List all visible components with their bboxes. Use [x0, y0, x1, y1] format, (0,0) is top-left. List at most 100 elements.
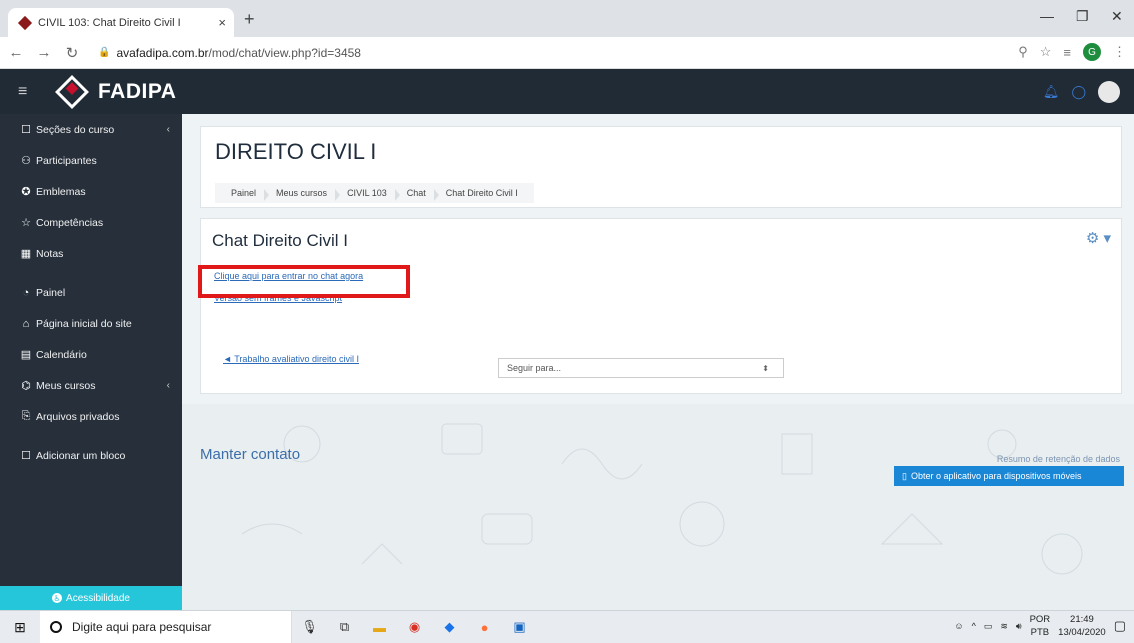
users-app-icon[interactable]: ◆ — [432, 611, 467, 643]
breadcrumb-item-chat-section[interactable]: Chat — [397, 188, 439, 201]
back-icon[interactable]: ← — [4, 44, 28, 61]
menu-toggle-icon[interactable]: ≡ — [18, 83, 48, 101]
chrome-icon[interactable]: ◉ — [397, 611, 432, 643]
breadcrumb-item-my-courses[interactable]: Meus cursos — [266, 188, 341, 201]
taskbar-search-placeholder: Digite aqui para pesquisar — [72, 620, 212, 634]
taskbar-search-input[interactable]: Digite aqui para pesquisar — [40, 610, 292, 643]
sidebar-item-site-home[interactable]: ⌂ Página inicial do site — [0, 308, 182, 339]
select-arrow-icon: ⬍ — [762, 363, 769, 373]
taskbar-clock[interactable]: 21:49 13/04/2020 — [1058, 613, 1106, 639]
file-explorer-icon[interactable]: ▬ — [362, 611, 397, 643]
logo-diamond-icon — [55, 74, 89, 109]
accessibility-button[interactable]: ♿︎ Acessibilidade — [0, 586, 182, 610]
profile-avatar[interactable]: G — [1083, 43, 1101, 61]
jump-to-select[interactable]: Seguir para... ⬍ — [498, 358, 784, 378]
battery-icon[interactable]: ▭ — [984, 621, 993, 632]
sidebar-item-label: Emblemas — [36, 185, 86, 198]
show-hidden-icons-icon[interactable]: ^ — [972, 621, 976, 631]
volume-icon[interactable]: 🔊︎ — [1016, 621, 1022, 632]
sidebar-item-calendar[interactable]: ▤ Calendário — [0, 339, 182, 370]
zoom-icon[interactable]: ⚲ — [1018, 44, 1028, 60]
jump-to-select-value: Seguir para... — [507, 363, 562, 373]
chevron-left-icon: ‹ — [166, 380, 170, 391]
windows-start-icon[interactable]: ⊞ — [0, 619, 40, 636]
windows-taskbar: ⊞ Digite aqui para pesquisar 🎙︎ ⧉ ▬ ◉ ◆ … — [0, 610, 1134, 643]
notifications-icon[interactable]: ▢ — [1114, 618, 1126, 634]
people-icon[interactable]: ☺ — [954, 621, 963, 631]
mobile-app-label: Obter o aplicativo para dispositivos móv… — [910, 471, 1082, 481]
restore-icon[interactable]: ❐ — [1076, 8, 1089, 25]
browser-menu-icon[interactable]: ⋮ — [1113, 44, 1126, 60]
reload-icon[interactable]: ↻ — [60, 44, 84, 62]
footer-title: Manter contato — [200, 446, 301, 463]
sidebar-item-label: Notas — [36, 247, 64, 260]
sidebar-item-my-courses[interactable]: ⌬ Meus cursos ‹ — [0, 370, 182, 401]
site-logo[interactable]: FADIPA — [55, 74, 176, 109]
clock-time: 21:49 — [1070, 614, 1094, 625]
sidebar-item-grades[interactable]: ▦ Notas — [0, 238, 182, 269]
breadcrumb-item-chat[interactable]: Chat Direito Civil I — [436, 188, 528, 198]
breadcrumb-item-dashboard[interactable]: Painel — [221, 188, 270, 201]
window-close-icon[interactable]: ✕ — [1111, 8, 1123, 25]
gear-icon[interactable]: ⚙ ▾ — [1086, 229, 1111, 247]
lock-icon: 🔒 — [98, 47, 111, 58]
browser-tab-bar: CIVIL 103: Chat Direito Civil I × + — ❐ … — [0, 0, 1134, 37]
grades-table-icon: ▦ — [20, 248, 32, 260]
language-indicator[interactable]: POR PTB — [1030, 613, 1051, 639]
data-retention-link[interactable]: Resumo de retenção de dados — [997, 454, 1120, 464]
task-view-icon[interactable]: ⧉ — [327, 611, 362, 643]
microphone-icon[interactable]: 🎙︎ — [292, 611, 327, 643]
star-icon: ☆ — [21, 217, 31, 229]
tab-close-icon[interactable]: × — [218, 15, 226, 30]
sidebar-item-label: Painel — [36, 286, 66, 299]
dashboard-icon: ◔ — [22, 286, 30, 299]
badge-icon: ✪ — [21, 186, 31, 198]
url-path: /mod/chat/view.php?id=3458 — [208, 45, 361, 60]
notification-bell-icon[interactable]: 🔔︎ — [1043, 84, 1060, 100]
minimize-icon[interactable]: — — [1040, 8, 1054, 24]
files-icon: ⎘ — [21, 410, 31, 422]
red-highlight-box — [198, 265, 410, 298]
app-window-icon[interactable]: ▣ — [502, 611, 537, 643]
clock-date: 13/04/2020 — [1058, 627, 1106, 638]
accessibility-icon: ♿︎ — [52, 593, 63, 603]
site-favicon-icon — [17, 15, 33, 30]
sidebar-item-private-files[interactable]: ⎘ Arquivos privados — [0, 401, 182, 432]
home-icon: ⌂ — [22, 317, 30, 330]
graduation-cap-icon: ⌬ — [21, 380, 31, 392]
sidebar-item-label: Adicionar um bloco — [36, 449, 126, 462]
accessibility-label: Acessibilidade — [66, 592, 130, 604]
system-tray: ☺ ^ ▭ ≋ 🔊︎ POR PTB 21:49 13/04/2020 ▢ — [954, 613, 1126, 639]
new-tab-button[interactable]: + — [244, 9, 255, 30]
site-navbar: ≡ FADIPA 🔔︎ ◯ — [0, 69, 1134, 114]
address-bar: ← → ↻ 🔒 avafadipa.com.br /mod/chat/view.… — [0, 37, 1134, 69]
left-drawer: ☐ Seções do curso ‹ ⚇ Participantes ✪ Em… — [0, 114, 182, 610]
url-field[interactable]: 🔒 avafadipa.com.br /mod/chat/view.php?id… — [98, 46, 361, 60]
sidebar-item-dashboard[interactable]: ◔ Painel — [0, 277, 182, 308]
messages-icon[interactable]: ◯ — [1071, 84, 1086, 100]
main-region: DIREITO CIVIL I Painel Meus cursos CIVIL… — [182, 114, 1134, 610]
page-header-card: DIREITO CIVIL I Painel Meus cursos CIVIL… — [200, 126, 1122, 208]
sidebar-item-add-block[interactable]: ☐ Adicionar um bloco — [0, 440, 182, 471]
page-footer: Manter contato Resumo de retenção de dad… — [182, 404, 1134, 610]
browser-tab[interactable]: CIVIL 103: Chat Direito Civil I × — [8, 8, 234, 37]
users-icon: ⚇ — [21, 155, 31, 167]
sidebar-item-label: Competências — [36, 216, 104, 229]
breadcrumb-item-course[interactable]: CIVIL 103 — [337, 188, 400, 201]
footer-doodle-pattern — [241, 423, 1083, 575]
sidebar-item-course-sections[interactable]: ☐ Seções do curso ‹ — [0, 114, 182, 145]
wifi-icon[interactable]: ≋ — [1000, 621, 1008, 632]
reading-list-icon[interactable]: ≡ — [1063, 45, 1071, 60]
sidebar-item-competencies[interactable]: ☆ Competências — [0, 207, 182, 238]
chevron-left-icon: ‹ — [166, 124, 170, 135]
user-avatar[interactable] — [1098, 81, 1120, 103]
language-code: POR — [1029, 614, 1051, 625]
sidebar-item-participants[interactable]: ⚇ Participantes — [0, 145, 182, 176]
sidebar-item-badges[interactable]: ✪ Emblemas — [0, 176, 182, 207]
sidebar-item-label: Calendário — [36, 348, 87, 361]
previous-activity-link[interactable]: ◄ Trabalho avaliativo direito civil I — [223, 354, 359, 364]
firefox-icon[interactable]: ● — [467, 611, 502, 643]
bookmark-star-icon[interactable]: ☆ — [1040, 44, 1052, 60]
forward-icon[interactable]: → — [32, 44, 56, 61]
mobile-app-button[interactable]: ▯ Obter o aplicativo para dispositivos m… — [894, 466, 1124, 486]
